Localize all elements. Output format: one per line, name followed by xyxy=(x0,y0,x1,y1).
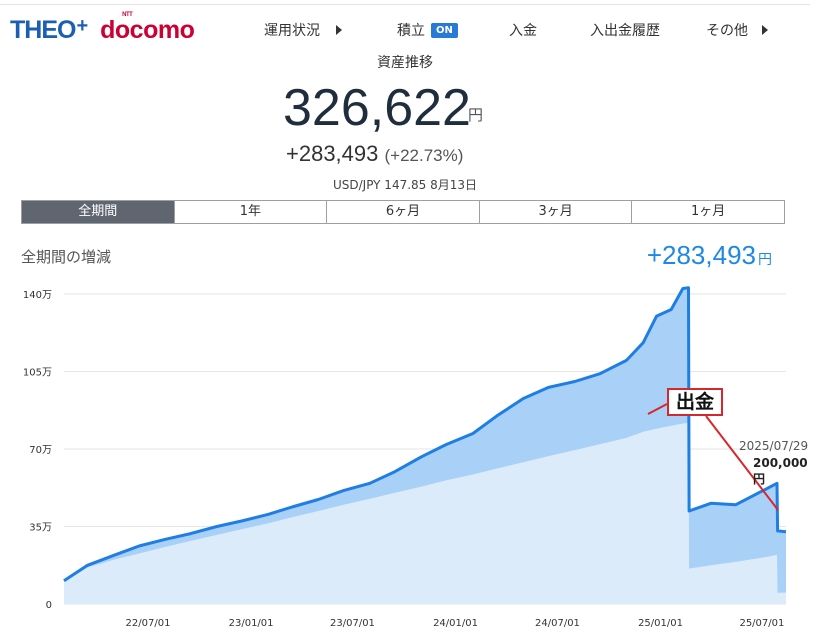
x-tick-label: 25/07/01 xyxy=(739,618,784,629)
tab-period-all[interactable]: 全期間 xyxy=(22,201,174,223)
tab-period-1m[interactable]: 1ヶ月 xyxy=(631,201,784,223)
tab-period-3m[interactable]: 3ヶ月 xyxy=(478,201,632,223)
y-tick-label: 105万 xyxy=(23,368,52,379)
nav-item-deposit[interactable]: 入金 xyxy=(509,20,537,40)
x-tick-label: 23/01/01 xyxy=(229,618,274,629)
withdrawal-date: 2025/07/29 xyxy=(739,439,809,453)
page-title: 資産推移 xyxy=(377,55,433,71)
logo-ntt-mark: NTT xyxy=(122,11,133,18)
nav-label-performance: 運用状況 xyxy=(264,23,320,39)
y-tick-label: 0 xyxy=(46,600,52,611)
nav-label-auto-invest: 積立 xyxy=(397,23,425,39)
y-tick-label: 35万 xyxy=(29,523,52,534)
nav-label-deposit: 入金 xyxy=(509,23,537,39)
main-nav: 運用状況 積立 ON 入金 入出金履歴 その他 xyxy=(0,20,823,42)
total-asset-value: 326,622 xyxy=(283,79,471,137)
caret-right-icon xyxy=(762,25,768,35)
nav-label-history: 入出金履歴 xyxy=(590,23,660,39)
tab-period-1y[interactable]: 1年 xyxy=(173,201,327,223)
withdrawal-amount: 200,000 円 xyxy=(753,456,808,486)
top-divider xyxy=(0,4,810,5)
period-selector: 全期間 1年 6ヶ月 3ヶ月 1ヶ月 xyxy=(21,200,785,224)
growth-label: 全期間の増減 xyxy=(21,248,112,266)
x-tick-label: 23/07/01 xyxy=(330,618,375,629)
y-tick-label: 70万 xyxy=(29,445,52,456)
x-tick-label: 25/01/01 xyxy=(638,618,683,629)
growth-amount: +283,493 xyxy=(646,240,756,270)
tab-period-6m[interactable]: 6ヶ月 xyxy=(326,201,479,223)
total-gain-percent: (+22.73%) xyxy=(384,146,464,165)
fx-rate-info: USD/JPY 147.85 8月13日 xyxy=(332,178,478,192)
nav-item-history[interactable]: 入出金履歴 xyxy=(590,20,660,40)
x-tick-label: 24/01/01 xyxy=(433,618,478,629)
caret-right-icon xyxy=(336,25,342,35)
x-tick-label: 24/07/01 xyxy=(535,618,580,629)
deposit-area xyxy=(64,422,786,604)
status-badge-on: ON xyxy=(431,22,458,38)
total-gain: +283,493 (+22.73%) xyxy=(286,141,463,167)
x-tick-label: 22/07/01 xyxy=(126,618,171,629)
growth-value: +283,493 円 xyxy=(647,240,772,271)
nav-item-auto-invest[interactable]: 積立 ON xyxy=(397,20,458,40)
asset-history-chart[interactable]: 0 35万 70万 105万 140万 22/07/01 23/01/01 23/07/01 2… xyxy=(0,270,823,641)
total-gain-amount: +283,493 xyxy=(286,141,379,166)
nav-item-other[interactable]: その他 xyxy=(706,20,768,40)
growth-unit: 円 xyxy=(758,251,772,267)
y-tick-label: 140万 xyxy=(23,290,52,301)
nav-item-performance[interactable]: 運用状況 xyxy=(264,20,342,40)
withdrawal-annotation-label: 出金 xyxy=(667,388,723,416)
nav-label-other: その他 xyxy=(706,23,748,39)
total-asset-unit: 円 xyxy=(468,106,484,124)
